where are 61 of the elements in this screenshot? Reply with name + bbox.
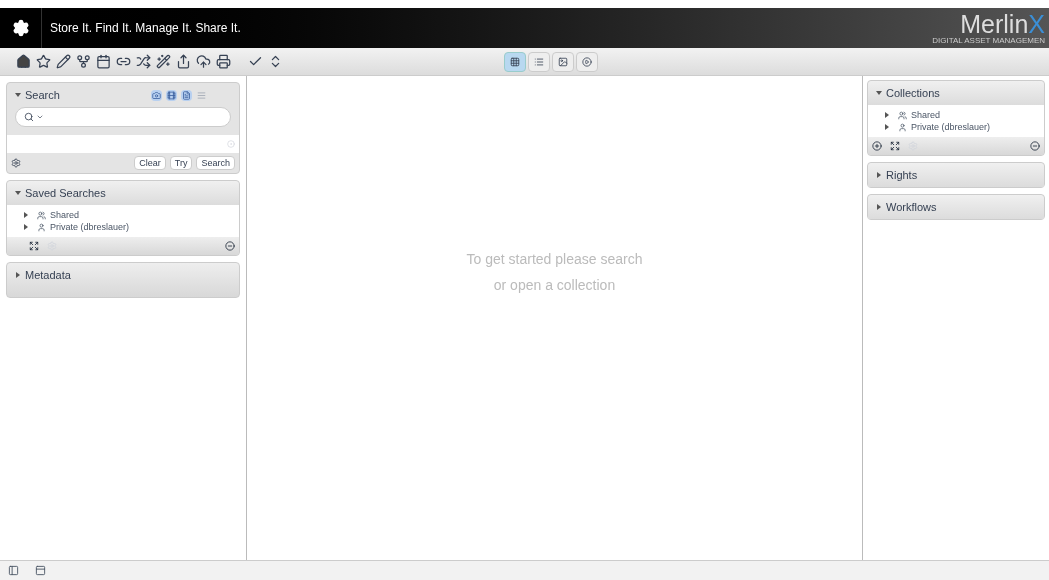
settings-icon[interactable]	[11, 19, 30, 37]
tree-item[interactable]: Shared	[50, 209, 80, 221]
caret-down-icon[interactable]	[15, 92, 21, 98]
video-view-icon	[582, 56, 592, 67]
add-icon[interactable]	[872, 141, 882, 151]
search-field[interactable]	[15, 107, 231, 127]
list-view-icon	[534, 56, 544, 67]
remove-icon[interactable]	[225, 241, 235, 251]
panel-title: Rights	[886, 167, 918, 183]
wand-icon[interactable]	[156, 54, 171, 69]
panel-header[interactable]: Collections	[868, 81, 1044, 105]
expand-icon[interactable]	[890, 141, 900, 151]
expand-icon[interactable]	[29, 241, 39, 251]
search-action-button[interactable]: Search	[196, 156, 235, 170]
search-action-button[interactable]: Clear	[134, 156, 166, 170]
tagline: Store It. Find It. Manage It. Share It.	[50, 20, 241, 37]
chevron-down-icon	[36, 113, 44, 121]
people-icon	[898, 110, 907, 120]
view-mode-button[interactable]	[576, 51, 598, 72]
photo-type-toggle[interactable]	[151, 89, 162, 101]
tree-item[interactable]: Private (dbreslauer)	[911, 121, 991, 133]
shuffle-icon[interactable]	[136, 54, 151, 69]
film-type-toggle[interactable]	[166, 89, 177, 101]
person-icon	[898, 122, 907, 132]
panel-toggle-icon[interactable]	[8, 565, 19, 576]
empty-state-message: To get started please search	[466, 250, 643, 269]
cloud-upload-icon[interactable]	[196, 54, 211, 69]
star-icon[interactable]	[36, 54, 51, 69]
panel-title: Metadata	[25, 267, 71, 283]
grid-view-icon	[510, 56, 520, 67]
logo-subtitle: DIGITAL ASSET MANAGEMEN	[932, 35, 1045, 45]
person-icon	[37, 222, 46, 232]
people-icon	[37, 210, 46, 220]
fork-icon[interactable]	[76, 54, 91, 69]
circle-icon	[227, 140, 235, 148]
logo-text: MerlinX	[960, 11, 1045, 36]
panel-title: Collections	[886, 85, 940, 101]
pencil-icon[interactable]	[56, 54, 71, 69]
view-mode-button[interactable]	[504, 51, 526, 72]
panel-title: Search	[25, 87, 60, 103]
home-icon[interactable]	[16, 54, 31, 69]
panel-title: Workflows	[886, 199, 937, 215]
print-icon[interactable]	[216, 54, 231, 69]
caret-right-icon[interactable]	[15, 272, 21, 278]
panel-header[interactable]: Rights	[868, 163, 1044, 187]
tree-item[interactable]: Private (dbreslauer)	[50, 221, 130, 233]
tree-item[interactable]: Shared	[911, 109, 941, 121]
search-icon	[24, 112, 34, 122]
panel-title: Saved Searches	[25, 185, 106, 201]
document-type-toggle[interactable]	[181, 89, 192, 101]
view-mode-button[interactable]	[552, 51, 574, 72]
image-view-icon	[558, 56, 568, 67]
share-icon[interactable]	[176, 54, 191, 69]
remove-icon[interactable]	[1030, 141, 1040, 151]
empty-state-message: or open a collection	[493, 276, 616, 295]
search-action-button[interactable]: Try	[169, 156, 193, 170]
text-type-toggle[interactable]	[196, 89, 207, 101]
layout-icon[interactable]	[35, 565, 46, 576]
panel-header[interactable]: Workflows	[868, 195, 1044, 219]
panel-header[interactable]: Saved Searches	[7, 181, 239, 205]
calendar-icon[interactable]	[96, 54, 111, 69]
